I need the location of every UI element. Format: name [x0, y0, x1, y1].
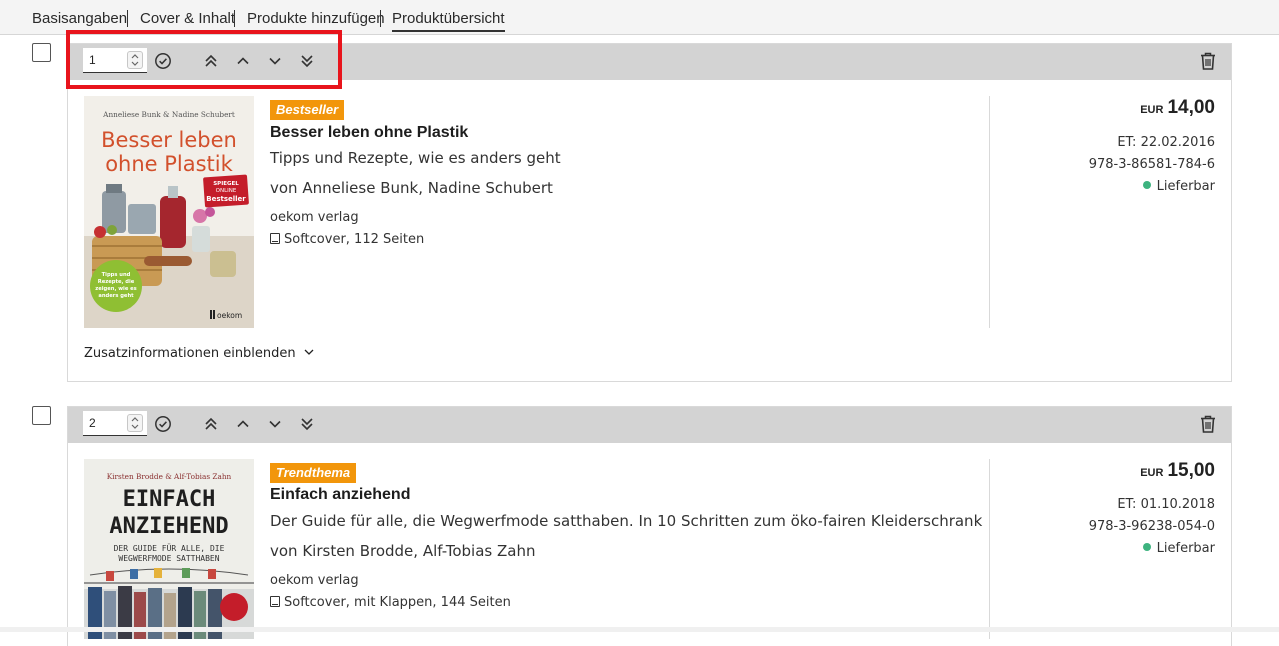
tab-cover-inhalt[interactable]: Cover & Inhalt	[140, 10, 235, 32]
product-select-checkbox[interactable]	[32, 406, 51, 425]
product-cover-image[interactable]: Kirsten Brodde & Alf-Tobias Zahn EINFACH…	[84, 459, 254, 639]
cover-title-2: ohne Plastik	[105, 152, 233, 176]
product-title[interactable]: Besser leben ohne Plastik	[270, 124, 468, 142]
product-publisher: oekom verlag	[270, 573, 359, 588]
isbn: 978-3-96238-054-0	[1088, 519, 1215, 534]
product-card: 1 Anneliese Bunk & Nadine Schubert Besse…	[67, 43, 1232, 382]
price-amount: 14,00	[1167, 97, 1215, 118]
cover-title-1: EINFACH	[123, 487, 216, 512]
release-date: ET: 01.10.2018	[1117, 497, 1215, 512]
move-top-icon[interactable]	[201, 51, 221, 71]
product-toolbar: 1	[68, 44, 1231, 80]
availability-status: Lieferbar	[1142, 179, 1215, 194]
column-divider	[989, 96, 990, 328]
cover-authors: Kirsten Brodde & Alf-Tobias Zahn	[107, 472, 232, 481]
product-format: Softcover, 112 Seiten	[270, 232, 424, 247]
price-currency: EUR	[1140, 104, 1164, 116]
product-format-text: Softcover, mit Klappen, 144 Seiten	[284, 595, 511, 610]
price-amount: 15,00	[1167, 460, 1215, 481]
tab-basisangaben[interactable]: Basisangaben	[32, 10, 127, 32]
move-bottom-icon[interactable]	[297, 51, 317, 71]
product-subtitle: Der Guide für alle, die Wegwerfmode satt…	[270, 512, 983, 530]
sticker-line-1: SPIEGEL	[213, 181, 239, 187]
more-info-toggle[interactable]: Zusatzinformationen einblenden	[84, 346, 315, 361]
move-bottom-icon[interactable]	[297, 414, 317, 434]
cover-logo: oekom	[217, 311, 242, 320]
sticker-line-3: Bestseller	[206, 195, 246, 203]
book-icon	[270, 233, 280, 244]
tab-produktuebersicht[interactable]: Produktübersicht	[392, 10, 505, 32]
trash-icon[interactable]	[1199, 51, 1217, 71]
move-up-icon[interactable]	[233, 414, 253, 434]
move-top-icon[interactable]	[201, 414, 221, 434]
circle-line-1: Tipps und	[102, 272, 131, 278]
book-icon	[270, 596, 280, 607]
move-down-icon[interactable]	[265, 414, 285, 434]
step-tabs: Basisangaben Cover & Inhalt Produkte hin…	[0, 0, 1279, 35]
position-input[interactable]: 1	[83, 48, 147, 73]
cover-title-2: ANZIEHEND	[109, 514, 228, 539]
product-badge: Trendthema	[270, 463, 357, 483]
position-value: 1	[89, 53, 96, 67]
cover-sub-2: WEGWERFMODE SATTHABEN	[118, 554, 219, 563]
product-price: EUR 15,00	[1140, 460, 1215, 482]
price-currency: EUR	[1140, 467, 1164, 479]
product-authors: von Kirsten Brodde, Alf-Tobias Zahn	[270, 542, 536, 560]
checkmark-circle-icon[interactable]	[153, 414, 173, 434]
cover-sub-1: DER GUIDE FÜR ALLE, DIE	[114, 543, 225, 553]
product-format: Softcover, mit Klappen, 144 Seiten	[270, 595, 511, 610]
position-value: 2	[89, 416, 96, 430]
status-dot-icon	[1142, 543, 1151, 551]
availability-label: Lieferbar	[1156, 179, 1215, 194]
move-down-icon[interactable]	[265, 51, 285, 71]
availability-label: Lieferbar	[1156, 541, 1215, 556]
circle-line-2: Rezepte, die	[98, 279, 135, 285]
tab-separator	[234, 10, 235, 27]
circle-line-4: anders geht	[98, 293, 134, 299]
isbn: 978-3-86581-784-6	[1088, 157, 1215, 172]
circle-line-3: zeigen, wie es	[95, 286, 137, 292]
position-stepper[interactable]	[127, 51, 143, 69]
position-stepper[interactable]	[127, 414, 143, 432]
page-bottom-edge	[0, 627, 1279, 632]
move-up-icon[interactable]	[233, 51, 253, 71]
product-price: EUR 14,00	[1140, 97, 1215, 119]
sticker-line-2: ONLINE	[216, 188, 237, 194]
product-select-checkbox[interactable]	[32, 43, 51, 62]
tab-separator	[127, 10, 128, 27]
checkmark-circle-icon[interactable]	[153, 51, 173, 71]
tab-separator	[380, 10, 381, 27]
position-input[interactable]: 2	[83, 411, 147, 436]
product-card: 2 Kirsten Brodde & Alf-Tobias Zahn EINFA…	[67, 406, 1232, 646]
product-badge: Bestseller	[270, 100, 345, 120]
product-publisher: oekom verlag	[270, 210, 359, 225]
product-cover-image[interactable]: Anneliese Bunk & Nadine Schubert Besser …	[84, 96, 254, 328]
product-authors: von Anneliese Bunk, Nadine Schubert	[270, 179, 553, 197]
status-dot-icon	[1142, 181, 1151, 189]
more-info-label: Zusatzinformationen einblenden	[84, 346, 296, 361]
product-toolbar: 2	[68, 407, 1231, 443]
release-date: ET: 22.02.2016	[1117, 135, 1215, 150]
product-format-text: Softcover, 112 Seiten	[284, 232, 425, 247]
column-divider	[989, 459, 990, 639]
cover-title-1: Besser leben	[101, 128, 237, 152]
trash-icon[interactable]	[1199, 414, 1217, 434]
product-title[interactable]: Einfach anziehend	[270, 486, 410, 504]
cover-authors: Anneliese Bunk & Nadine Schubert	[102, 110, 235, 119]
chevron-down-icon	[304, 349, 314, 355]
tab-produkte-hinzufuegen[interactable]: Produkte hinzufügen	[247, 10, 385, 32]
product-subtitle: Tipps und Rezepte, wie es anders geht	[270, 149, 561, 167]
availability-status: Lieferbar	[1142, 541, 1215, 556]
